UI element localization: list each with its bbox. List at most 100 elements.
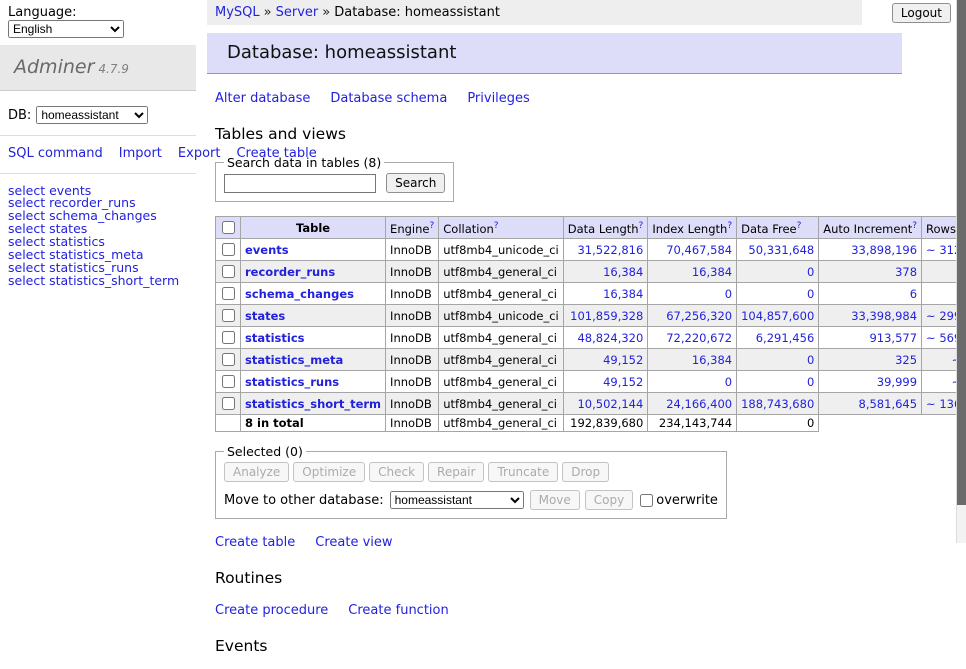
row-checkbox-statistics_runs[interactable]	[222, 375, 235, 388]
help-link[interactable]: ?	[429, 221, 434, 231]
auto-increment-link[interactable]: 6	[910, 287, 917, 301]
collation-cell: utf8mb4_unicode_ci	[439, 305, 564, 327]
table-link-statistics_short_term[interactable]: statistics_short_term	[245, 397, 381, 411]
data-free-cell: 50,331,648	[737, 239, 819, 261]
table-link-states[interactable]: states	[245, 309, 285, 323]
data-free-cell: 0	[737, 371, 819, 393]
data-length-link[interactable]: 101,859,328	[570, 309, 643, 323]
index-length-link[interactable]: 72,220,672	[666, 331, 732, 345]
index-length-link[interactable]: 0	[725, 375, 732, 389]
index-length-link[interactable]: 24,166,400	[666, 397, 732, 411]
table-link-statistics_runs[interactable]: statistics_runs	[245, 375, 339, 389]
data-free-link[interactable]: 50,331,648	[748, 243, 814, 257]
help-link[interactable]: ?	[727, 221, 732, 231]
table-link-recorder_runs[interactable]: recorder_runs	[245, 265, 335, 279]
vertical-scrollbar[interactable]	[956, 0, 966, 543]
selected-fieldset: Selected (0) AnalyzeOptimizeCheckRepairT…	[215, 444, 727, 519]
collation-cell: utf8mb4_general_ci	[439, 349, 564, 371]
total-spacer-cell	[819, 415, 966, 432]
row-checkbox-statistics_short_term[interactable]	[222, 397, 235, 410]
truncate-button[interactable]: Truncate	[488, 462, 558, 482]
app-logo-link[interactable]: Adminer	[14, 56, 94, 78]
table-link-events[interactable]: events	[245, 243, 289, 257]
auto-increment-link[interactable]: 39,999	[877, 375, 917, 389]
auto-increment-cell: 913,577	[819, 327, 922, 349]
data-length-link[interactable]: 16,384	[603, 265, 643, 279]
sidebar: Language:English Adminer4.7.9 DB:homeass…	[0, 0, 196, 299]
action-alter-database[interactable]: Alter database	[215, 91, 310, 106]
optimize-button[interactable]: Optimize	[293, 462, 365, 482]
row-checkbox-recorder_runs[interactable]	[222, 265, 235, 278]
scrollbar-thumb[interactable]	[957, 0, 966, 505]
index-length-link[interactable]: 70,467,584	[666, 243, 732, 257]
sidebar-link-create-table[interactable]: Create table	[236, 146, 316, 161]
select-all-checkbox[interactable]	[222, 221, 235, 234]
row-checkbox-states[interactable]	[222, 309, 235, 322]
auto-increment-cell: 8,581,645	[819, 393, 922, 415]
data-length-link[interactable]: 49,152	[603, 375, 643, 389]
data-length-link[interactable]: 16,384	[603, 287, 643, 301]
data-free-link[interactable]: 104,857,600	[741, 309, 814, 323]
sidebar-link-import[interactable]: Import	[119, 146, 162, 161]
move-database-select[interactable]: homeassistant	[390, 491, 524, 509]
data-length-link[interactable]: 31,522,816	[577, 243, 643, 257]
data-length-cell: 10,502,144	[563, 393, 648, 415]
table-link-schema_changes[interactable]: schema_changes	[245, 287, 354, 301]
data-free-link[interactable]: 6,291,456	[756, 331, 815, 345]
auto-increment-link[interactable]: 913,577	[869, 331, 917, 345]
index-length-link[interactable]: 0	[725, 287, 732, 301]
data-free-link[interactable]: 0	[807, 287, 814, 301]
data-free-link[interactable]: 188,743,680	[741, 397, 814, 411]
routines-heading: Routines	[215, 569, 954, 587]
index-length-link[interactable]: 16,384	[692, 353, 732, 367]
data-free-link[interactable]: 0	[807, 375, 814, 389]
move-button[interactable]: Move	[530, 490, 580, 510]
data-free-link[interactable]: 0	[807, 353, 814, 367]
sidebar-link-export[interactable]: Export	[178, 146, 221, 161]
overwrite-checkbox[interactable]	[640, 494, 653, 507]
overwrite-option: overwrite	[640, 493, 718, 508]
row-checkbox-statistics[interactable]	[222, 331, 235, 344]
drop-button[interactable]: Drop	[562, 462, 609, 482]
data-length-link[interactable]: 49,152	[603, 353, 643, 367]
data-free-link[interactable]: 0	[807, 265, 814, 279]
breadcrumb-link-0[interactable]: MySQL	[215, 5, 260, 20]
create-procedure-link[interactable]: Create procedure	[215, 603, 328, 618]
table-link-statistics_meta[interactable]: statistics_meta	[245, 353, 343, 367]
repair-button[interactable]: Repair	[428, 462, 484, 482]
copy-button[interactable]: Copy	[585, 490, 633, 510]
help-link[interactable]: ?	[912, 221, 917, 231]
row-checkbox-statistics_meta[interactable]	[222, 353, 235, 366]
analyze-button[interactable]: Analyze	[224, 462, 289, 482]
auto-increment-link[interactable]: 33,898,196	[851, 243, 917, 257]
help-link[interactable]: ?	[639, 221, 644, 231]
db-select[interactable]: homeassistant	[36, 106, 148, 124]
sidebar-select-statistics_short_term[interactable]: select statistics_short_term	[8, 275, 188, 288]
action-privileges[interactable]: Privileges	[467, 91, 530, 106]
search-input[interactable]	[224, 174, 376, 193]
data-length-link[interactable]: 48,824,320	[577, 331, 643, 345]
index-length-link[interactable]: 16,384	[692, 265, 732, 279]
table-name-cell: statistics_meta	[241, 349, 386, 371]
breadcrumb-link-1[interactable]: Server	[276, 5, 319, 20]
help-link[interactable]: ?	[494, 221, 499, 231]
auto-increment-link[interactable]: 378	[895, 265, 917, 279]
auto-increment-link[interactable]: 33,398,984	[851, 309, 917, 323]
events-heading: Events	[215, 637, 954, 655]
action-database-schema[interactable]: Database schema	[330, 91, 447, 106]
breadcrumb-separator: »	[264, 5, 272, 20]
logout-button[interactable]: Logout	[892, 3, 951, 23]
sidebar-link-sql-command[interactable]: SQL command	[8, 146, 103, 161]
language-select[interactable]: English	[8, 20, 124, 38]
check-button[interactable]: Check	[369, 462, 424, 482]
index-length-link[interactable]: 67,256,320	[666, 309, 732, 323]
auto-increment-link[interactable]: 325	[895, 353, 917, 367]
search-button[interactable]: Search	[386, 173, 445, 193]
table-link-statistics[interactable]: statistics	[245, 331, 305, 345]
row-checkbox-schema_changes[interactable]	[222, 287, 235, 300]
data-length-link[interactable]: 10,502,144	[577, 397, 643, 411]
create-function-link[interactable]: Create function	[348, 603, 448, 618]
help-link[interactable]: ?	[797, 221, 802, 231]
auto-increment-link[interactable]: 8,581,645	[859, 397, 918, 411]
row-checkbox-events[interactable]	[222, 243, 235, 256]
